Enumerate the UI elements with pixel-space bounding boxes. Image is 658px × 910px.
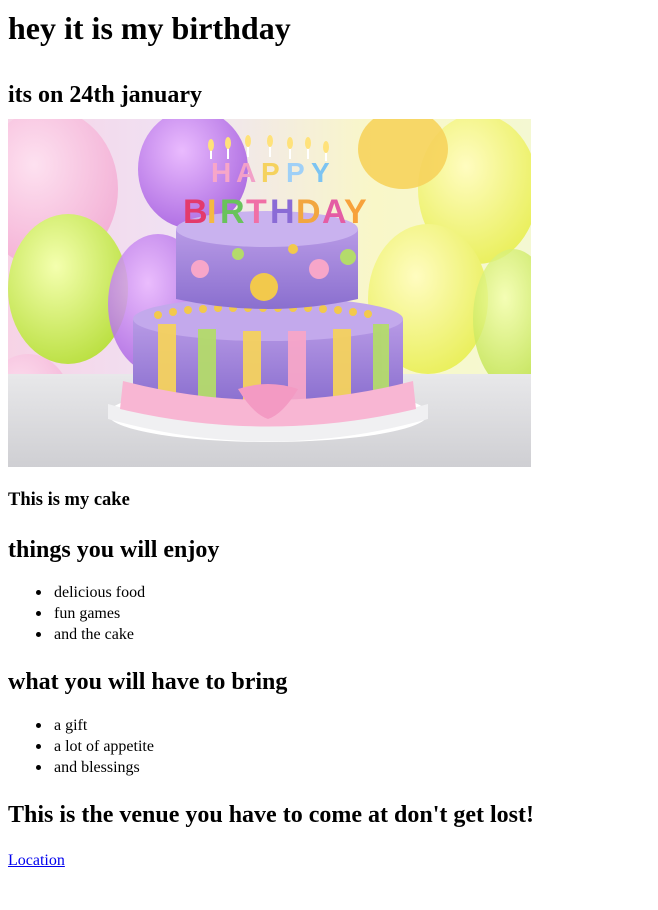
location-link[interactable]: Location bbox=[8, 852, 65, 869]
enjoy-heading: things you will enjoy bbox=[8, 537, 220, 563]
svg-text:H: H bbox=[270, 193, 295, 231]
page-title: hey it is my birthday bbox=[8, 10, 291, 46]
svg-text:P: P bbox=[286, 157, 305, 188]
svg-text:R: R bbox=[220, 193, 245, 231]
birthday-date-heading: its on 24th january bbox=[8, 82, 203, 108]
svg-text:A: A bbox=[236, 157, 256, 188]
list-item: delicious food bbox=[36, 582, 650, 603]
bring-heading: what you will have to bring bbox=[8, 669, 288, 695]
list-item: a lot of appetite bbox=[36, 736, 650, 757]
svg-text:I: I bbox=[207, 193, 216, 231]
location-link-container: Location bbox=[8, 852, 650, 870]
svg-text:T: T bbox=[246, 193, 267, 231]
bring-list: a gift a lot of appetite and blessings bbox=[8, 715, 650, 778]
birthday-cake-illustration: H A P P Y B I R T H D A Y bbox=[8, 119, 531, 467]
list-item: a gift bbox=[36, 715, 650, 736]
page: hey it is my birthday its on 24th januar… bbox=[0, 8, 658, 870]
venue-heading: This is the venue you have to come at do… bbox=[8, 802, 534, 828]
svg-text:B: B bbox=[183, 193, 208, 231]
list-item: fun games bbox=[36, 603, 650, 624]
cake-caption: This is my cake bbox=[8, 490, 130, 510]
svg-text:Y: Y bbox=[344, 193, 367, 231]
enjoy-list: delicious food fun games and the cake bbox=[8, 582, 650, 645]
cake-photo: H A P P Y B I R T H D A Y bbox=[8, 119, 531, 467]
list-item: and blessings bbox=[36, 757, 650, 778]
svg-text:A: A bbox=[322, 193, 347, 231]
svg-text:Y: Y bbox=[311, 157, 330, 188]
list-item: and the cake bbox=[36, 624, 650, 645]
svg-text:D: D bbox=[296, 193, 321, 231]
svg-text:H: H bbox=[211, 157, 231, 188]
svg-text:P: P bbox=[261, 157, 280, 188]
